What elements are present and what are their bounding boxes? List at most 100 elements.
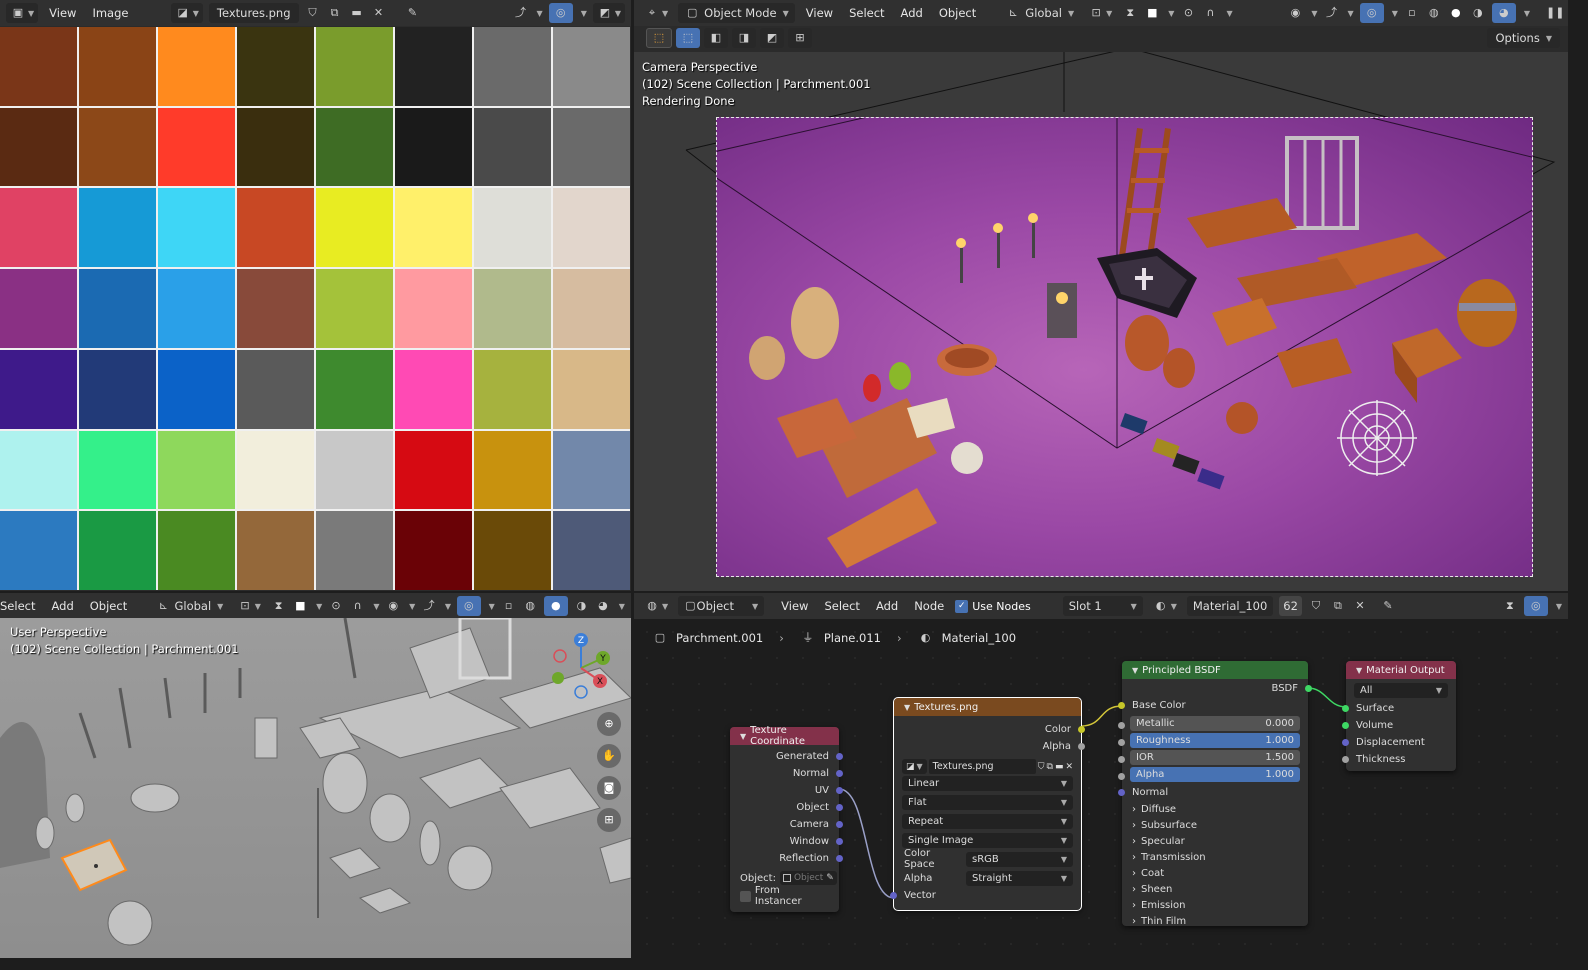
select-mode-subtract-button[interactable]: ◨ bbox=[732, 28, 756, 48]
panel-specular[interactable]: › Specular bbox=[1122, 833, 1308, 849]
editor-type-button[interactable]: ▣ ▼ bbox=[6, 3, 39, 23]
snap-icon[interactable]: ⧗ bbox=[271, 598, 287, 614]
display-channels-button[interactable]: ◩ ▼ bbox=[592, 3, 625, 23]
image-browse-button[interactable]: ◪ ▼ bbox=[902, 759, 927, 774]
overlay-button[interactable]: ◎ bbox=[457, 596, 481, 616]
output-socket-generated[interactable]: Generated bbox=[730, 748, 843, 765]
node-header[interactable]: ▼ Material Output bbox=[1346, 661, 1456, 679]
navigation-gizmo[interactable]: Z Y X bbox=[548, 630, 618, 700]
solid-shading-icon[interactable]: ● bbox=[1448, 5, 1464, 21]
panel-thin-film[interactable]: › Thin Film bbox=[1122, 913, 1308, 929]
rendered-shading-icon[interactable]: ◕ bbox=[595, 598, 611, 614]
menu-select[interactable]: Select bbox=[844, 6, 889, 20]
open-image-icon[interactable]: ▬ bbox=[1055, 762, 1064, 772]
output-socket-reflection[interactable]: Reflection bbox=[730, 850, 843, 867]
overlay-button[interactable]: ◎ bbox=[548, 3, 573, 23]
orientation-dropdown[interactable]: ⊾ Global ▼ bbox=[1001, 3, 1078, 23]
unlink-icon[interactable]: ✕ bbox=[1065, 762, 1073, 772]
solid-viewport[interactable]: User Perspective (102) Scene Collection … bbox=[0, 618, 631, 958]
options-dropdown[interactable]: Options ▼ bbox=[1487, 28, 1560, 48]
panel-subsurface[interactable]: › Subsurface bbox=[1122, 817, 1308, 833]
pivot-dropdown[interactable]: ⊡ ▼ bbox=[233, 596, 265, 616]
principled-bsdf-node[interactable]: ▼ Principled BSDF BSDF Base Color Metalli… bbox=[1118, 661, 1312, 929]
fake-user-icon[interactable]: ⛉ bbox=[1038, 762, 1045, 772]
node-header[interactable]: ▼ Principled BSDF bbox=[1122, 661, 1308, 679]
input-socket-displacement[interactable]: Displacement bbox=[1342, 734, 1456, 751]
visibility-icon[interactable]: ◉ bbox=[1287, 5, 1303, 21]
close-icon[interactable]: ✕ bbox=[371, 5, 387, 21]
camera-view-icon[interactable]: ◙ bbox=[597, 776, 621, 800]
pan-hand-icon[interactable]: ✋ bbox=[597, 744, 621, 768]
input-socket-thickness[interactable]: Thickness bbox=[1342, 751, 1456, 768]
xray-icon[interactable]: ▫ bbox=[501, 598, 517, 614]
zoom-icon[interactable]: ⊕ bbox=[597, 712, 621, 736]
visibility-icon[interactable]: ◉ bbox=[386, 598, 402, 614]
select-mode-intersect-button[interactable]: ⊞ bbox=[788, 28, 812, 48]
input-ior[interactable]: IOR 1.500 bbox=[1118, 750, 1308, 765]
rendered-shading-button[interactable]: ◕ bbox=[1491, 3, 1516, 23]
editor-type-button[interactable]: ⌖ ▼ bbox=[640, 3, 672, 23]
output-socket-window[interactable]: Window bbox=[730, 833, 843, 850]
output-socket-uv[interactable]: UV bbox=[730, 782, 843, 799]
snap-icon[interactable]: ⤴ bbox=[513, 5, 529, 21]
pause-icon[interactable]: ❚❚ bbox=[1546, 5, 1564, 21]
input-socket-surface[interactable]: Surface bbox=[1342, 700, 1456, 717]
duplicate-image-icon[interactable]: ⧉ bbox=[1047, 762, 1053, 772]
wireframe-shading-icon[interactable]: ◍ bbox=[1426, 5, 1442, 21]
xray-icon[interactable]: ▫ bbox=[1404, 5, 1420, 21]
extension-dropdown[interactable]: Repeat ▼ bbox=[902, 814, 1073, 829]
solid-shading-button[interactable]: ● bbox=[544, 596, 568, 616]
output-socket-color[interactable]: Color bbox=[894, 721, 1085, 738]
panel-emission[interactable]: › Emission bbox=[1122, 897, 1308, 913]
image-browse-button[interactable]: ◪ ▼ bbox=[170, 3, 203, 23]
gizmo-icon[interactable]: ⤴ bbox=[1324, 5, 1340, 21]
image-name-field[interactable]: Textures.png bbox=[928, 759, 1036, 774]
menu-object[interactable]: Object bbox=[934, 6, 981, 20]
open-image-icon[interactable]: ▬ bbox=[349, 5, 365, 21]
panel-coat[interactable]: › Coat bbox=[1122, 865, 1308, 881]
pivot-dropdown[interactable]: ⊡ ▼ bbox=[1084, 3, 1116, 23]
proportional-edit-icon[interactable]: ⊙ bbox=[328, 598, 344, 614]
menu-object[interactable]: Object bbox=[85, 599, 132, 613]
falloff-icon[interactable]: ∩ bbox=[1202, 5, 1218, 21]
mode-dropdown[interactable]: ▢ Object Mode ▼ bbox=[678, 3, 795, 23]
material-output-node[interactable]: ▼ Material Output All ▼ Surface Volume Dis… bbox=[1342, 661, 1456, 771]
snap-target-icon[interactable]: ■ bbox=[1144, 5, 1160, 21]
input-socket-base-color[interactable]: Base Color bbox=[1118, 697, 1308, 714]
output-socket-alpha[interactable]: Alpha bbox=[894, 738, 1085, 755]
menu-select[interactable]: Select bbox=[0, 599, 40, 613]
output-socket-bsdf[interactable]: BSDF bbox=[1122, 680, 1312, 697]
select-mode-extend-button[interactable]: ◧ bbox=[704, 28, 728, 48]
color-space-dropdown[interactable]: sRGB ▼ bbox=[966, 851, 1073, 867]
pin-icon[interactable]: ✎ bbox=[405, 5, 421, 21]
menu-view[interactable]: View bbox=[801, 6, 838, 20]
texture-coordinate-node[interactable]: ▼ Texture Coordinate Generated Normal UV … bbox=[730, 725, 843, 912]
output-socket-object[interactable]: Object bbox=[730, 799, 843, 816]
snap-target-icon[interactable]: ■ bbox=[292, 598, 308, 614]
panel-diffuse[interactable]: › Diffuse bbox=[1122, 801, 1308, 817]
overlay-button[interactable]: ◎ bbox=[1359, 3, 1384, 23]
node-header[interactable]: ▼ Texture Coordinate bbox=[730, 725, 839, 747]
node-header[interactable]: ▼ Textures.png bbox=[894, 698, 1081, 716]
input-socket-normal[interactable]: Normal bbox=[1118, 784, 1308, 801]
input-alpha[interactable]: Alpha 1.000 bbox=[1118, 767, 1308, 782]
projection-dropdown[interactable]: Flat ▼ bbox=[902, 795, 1073, 810]
panel-transmission[interactable]: › Transmission bbox=[1122, 849, 1308, 865]
material-shading-icon[interactable]: ◑ bbox=[1470, 5, 1486, 21]
input-socket-volume[interactable]: Volume bbox=[1342, 717, 1456, 734]
from-instancer-checkbox[interactable]: From Instancer bbox=[730, 885, 839, 907]
falloff-icon[interactable]: ∩ bbox=[350, 598, 366, 614]
proportional-edit-icon[interactable]: ⊙ bbox=[1180, 5, 1196, 21]
output-socket-normal[interactable]: Normal bbox=[730, 765, 843, 782]
orientation-dropdown[interactable]: ⊾ Global ▼ bbox=[152, 596, 227, 616]
select-tool-button[interactable]: ⬚ bbox=[646, 28, 672, 48]
material-shading-icon[interactable]: ◑ bbox=[574, 598, 590, 614]
panel-sheen[interactable]: › Sheen bbox=[1122, 881, 1308, 897]
fake-user-icon[interactable]: ⛉ bbox=[305, 5, 321, 21]
wireframe-shading-icon[interactable]: ◍ bbox=[522, 598, 538, 614]
gizmo-icon[interactable]: ⤴ bbox=[421, 598, 437, 614]
menu-add[interactable]: Add bbox=[46, 599, 78, 613]
interpolation-dropdown[interactable]: Linear ▼ bbox=[902, 776, 1073, 791]
texture-palette-image[interactable] bbox=[0, 27, 630, 590]
selected-parchment[interactable] bbox=[60, 838, 128, 892]
